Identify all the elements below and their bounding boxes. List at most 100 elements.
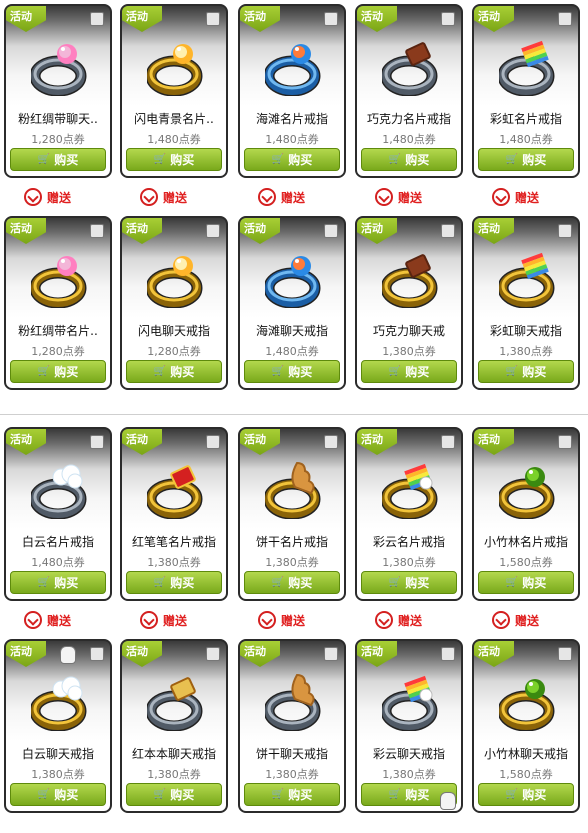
gift-label: 赠送 [515, 190, 540, 205]
buy-button[interactable]: 🛒 购买 [10, 148, 106, 171]
event-tag: 活动 [240, 429, 280, 455]
buy-button[interactable]: 🛒 购买 [244, 148, 340, 171]
buy-button[interactable]: 🛒 购买 [478, 783, 574, 806]
buy-button-label: 购买 [54, 576, 79, 590]
select-checkbox[interactable] [90, 224, 104, 238]
ring-icon [497, 673, 557, 732]
buy-button[interactable]: 🛒 购买 [244, 571, 340, 594]
gift-label: 赠送 [281, 190, 306, 205]
gift-arrow[interactable]: 赠送 [258, 609, 305, 631]
select-checkbox[interactable] [206, 12, 220, 26]
event-tag-label: 活动 [244, 433, 266, 446]
product-card[interactable]: 活动 闪电青景名片.. 1,480点券 🛒 购买 [120, 4, 228, 178]
product-card[interactable]: 活动 巧克力名片戒指 1,480点券 🛒 购买 [355, 4, 463, 178]
select-checkbox[interactable] [441, 12, 455, 26]
gift-arrow[interactable]: 赠送 [492, 186, 539, 208]
buy-button[interactable]: 🛒 购买 [10, 783, 106, 806]
product-name: 彩虹名片戒指 [489, 112, 562, 126]
product-card[interactable]: 活动 白云聊天戒指 1,380点券 🛒 购买 [4, 639, 112, 813]
product-card[interactable]: 活动 饼干名片戒指 1,380点券 🛒 购买 [238, 427, 346, 601]
buy-button[interactable]: 🛒 购买 [361, 360, 457, 383]
product-price: 1,480点券 [382, 133, 436, 146]
product-card[interactable]: 活动 小竹林名片戒指 1,580点券 🛒 购买 [472, 427, 580, 601]
select-checkbox[interactable] [90, 647, 104, 661]
product-price: 1,380点券 [31, 768, 85, 781]
gift-arrow[interactable]: 赠送 [24, 186, 71, 208]
select-checkbox[interactable] [441, 224, 455, 238]
product-card[interactable]: 活动 海滩聊天戒指 1,480点券 🛒 购买 [238, 216, 346, 390]
gift-arrow[interactable]: 赠送 [140, 609, 187, 631]
select-checkbox[interactable] [206, 647, 220, 661]
gift-arrow[interactable]: 赠送 [375, 186, 422, 208]
product-name: 巧克力聊天戒 [372, 324, 445, 338]
gift-arrow[interactable]: 赠送 [140, 186, 187, 208]
select-checkbox[interactable] [90, 12, 104, 26]
select-checkbox[interactable] [324, 12, 338, 26]
cart-icon: 🛒 [271, 366, 285, 377]
select-checkbox[interactable] [558, 435, 572, 449]
buy-button[interactable]: 🛒 购买 [244, 783, 340, 806]
select-checkbox[interactable] [90, 435, 104, 449]
select-checkbox[interactable] [324, 647, 338, 661]
gift-arrow[interactable]: 赠送 [258, 186, 305, 208]
buy-button[interactable]: 🛒 购买 [10, 571, 106, 594]
product-card[interactable]: 活动 粉红绸带名片.. 1,280点券 🛒 购买 [4, 216, 112, 390]
cart-icon: 🛒 [37, 366, 51, 377]
product-name: 红本本聊天戒指 [131, 747, 216, 761]
ring-icon [263, 250, 323, 309]
product-card[interactable]: 活动 彩虹聊天戒指 1,380点券 🛒 购买 [472, 216, 580, 390]
gift-arrow[interactable]: 赠送 [24, 609, 71, 631]
product-card[interactable]: 活动 海滩名片戒指 1,480点券 🛒 购买 [238, 4, 346, 178]
product-card[interactable]: 活动 红本本聊天戒指 1,380点券 🛒 购买 [120, 639, 228, 813]
select-checkbox[interactable] [206, 435, 220, 449]
select-checkbox[interactable] [558, 12, 572, 26]
product-card[interactable]: 活动 粉红绸带聊天.. 1,280点券 🛒 购买 [4, 4, 112, 178]
product-card[interactable]: 活动 彩虹名片戒指 1,480点券 🛒 购买 [472, 4, 580, 178]
ring-icon [263, 673, 323, 732]
gift-arrow[interactable]: 赠送 [492, 609, 539, 631]
cart-icon: 🛒 [37, 154, 51, 165]
product-price: 1,280点券 [31, 133, 85, 146]
select-checkbox[interactable] [558, 224, 572, 238]
ring-icon [380, 38, 440, 97]
buy-button[interactable]: 🛒 购买 [478, 148, 574, 171]
product-card[interactable]: 活动 小竹林聊天戒指 1,580点券 🛒 购买 [472, 639, 580, 813]
product-card[interactable]: 活动 饼干聊天戒指 1,380点券 🛒 购买 [238, 639, 346, 813]
product-card[interactable]: 活动 彩云名片戒指 1,380点券 🛒 购买 [355, 427, 463, 601]
buy-button[interactable]: 🛒 购买 [126, 783, 222, 806]
select-checkbox[interactable] [324, 435, 338, 449]
buy-button[interactable]: 🛒 购买 [361, 571, 457, 594]
product-price: 1,380点券 [265, 556, 319, 569]
product-card[interactable]: 活动 彩云聊天戒指 1,380点券 🛒 购买 [355, 639, 463, 813]
buy-button[interactable]: 🛒 购买 [126, 360, 222, 383]
event-tag: 活动 [122, 641, 162, 667]
event-tag-label: 活动 [126, 222, 148, 235]
select-checkbox[interactable] [324, 224, 338, 238]
select-checkbox[interactable] [558, 647, 572, 661]
buy-button[interactable]: 🛒 购买 [126, 571, 222, 594]
ring-section-1: 活动 粉红绸带聊天.. 1,280点券 🛒 购买 活动 闪电青景名片.. 1,480点券 🛒… [0, 0, 588, 418]
buy-button-label: 购买 [288, 365, 313, 379]
buy-button[interactable]: 🛒 购买 [478, 360, 574, 383]
product-card[interactable]: 活动 白云名片戒指 1,480点券 🛒 购买 [4, 427, 112, 601]
product-name: 海滩聊天戒指 [255, 324, 328, 338]
buy-button[interactable]: 🛒 购买 [126, 148, 222, 171]
select-checkbox[interactable] [206, 224, 220, 238]
select-checkbox[interactable] [441, 435, 455, 449]
cart-icon: 🛒 [388, 789, 402, 800]
product-card[interactable]: 活动 闪电聊天戒指 1,280点券 🛒 购买 [120, 216, 228, 390]
down-arrow-icon [375, 188, 393, 206]
buy-button[interactable]: 🛒 购买 [478, 571, 574, 594]
buy-button[interactable]: 🛒 购买 [10, 360, 106, 383]
product-price: 1,380点券 [382, 556, 436, 569]
buy-button[interactable]: 🛒 购买 [244, 360, 340, 383]
product-card[interactable]: 活动 巧克力聊天戒 1,380点券 🛒 购买 [355, 216, 463, 390]
select-checkbox[interactable] [441, 647, 455, 661]
product-name: 闪电青景名片.. [134, 112, 214, 126]
cart-icon: 🛒 [271, 789, 285, 800]
buy-button[interactable]: 🛒 购买 [361, 148, 457, 171]
gift-arrow[interactable]: 赠送 [375, 609, 422, 631]
ring-icon [145, 38, 205, 97]
product-card[interactable]: 活动 红笔笔名片戒指 1,380点券 🛒 购买 [120, 427, 228, 601]
gift-label: 赠送 [163, 190, 188, 205]
